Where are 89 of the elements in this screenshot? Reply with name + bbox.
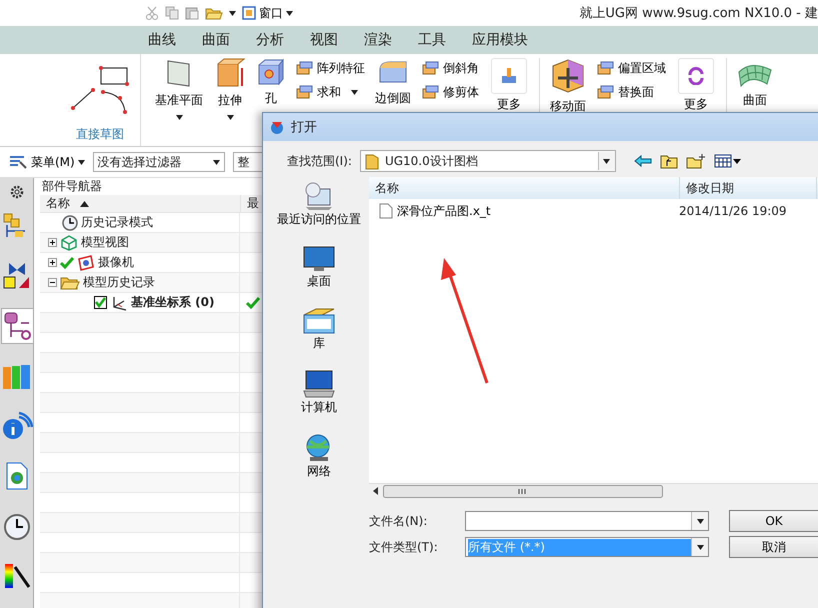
menu-button[interactable]: 菜单(M) — [8, 154, 85, 170]
panel-title: 部件导航器 — [41, 178, 102, 195]
group-label: 直接草图 — [76, 126, 124, 143]
expand-toggle[interactable] — [48, 238, 57, 247]
places-item[interactable]: 桌面 — [271, 245, 367, 290]
ribbon-button[interactable]: 偏置区域 — [596, 58, 666, 78]
places-item[interactable]: 计算机 — [271, 369, 367, 416]
caret-icon[interactable] — [229, 10, 236, 16]
ribbon-tab[interactable]: 渲染 — [351, 26, 405, 54]
places-item[interactable]: 库 — [271, 307, 367, 352]
folder-icon — [60, 274, 80, 290]
expand-toggle[interactable] — [48, 258, 57, 267]
back-arrow-icon[interactable] — [634, 154, 652, 168]
caret-icon — [696, 544, 704, 550]
ribbon-button[interactable]: 求和 — [295, 82, 365, 102]
feature-icon — [421, 84, 439, 100]
ribbon-tab[interactable]: 视图 — [297, 26, 351, 54]
folder-dropdown[interactable]: UG10.0设计图档 — [360, 150, 616, 172]
computer-icon — [302, 369, 336, 399]
up-folder-icon[interactable] — [660, 153, 678, 169]
settings-icon[interactable] — [8, 184, 24, 200]
camera-icon — [77, 254, 95, 270]
menu-icon — [8, 154, 28, 170]
caret-icon — [78, 160, 85, 164]
desktop-icon — [302, 245, 336, 273]
library-icon — [302, 307, 336, 335]
view-menu-icon[interactable] — [714, 154, 742, 168]
window-icon — [242, 6, 256, 20]
tree-item-label[interactable]: 基准坐标系 (0) — [131, 294, 214, 311]
paste-icon[interactable] — [185, 6, 199, 20]
document-icon — [379, 203, 393, 219]
dialog-title: 打开 — [291, 119, 317, 136]
caret-icon — [696, 518, 704, 524]
dialog-button[interactable]: OK — [729, 510, 818, 532]
field-label: 查找范围(I): — [287, 152, 352, 170]
ribbon-tab[interactable]: 曲线 — [135, 26, 189, 54]
file-name-field[interactable] — [465, 511, 709, 531]
ribbon-button[interactable]: 替换面 — [596, 82, 666, 102]
ribbon-button[interactable]: 阵列特征 — [295, 58, 365, 78]
sort-arrow-icon — [80, 200, 89, 206]
clock-icon — [62, 214, 78, 230]
app-logo-icon — [269, 119, 285, 135]
caret-icon — [286, 10, 293, 16]
feature-icon — [295, 60, 313, 76]
field-label: 文件类型(T): — [369, 538, 439, 556]
column-header[interactable]: 修改日期 — [680, 177, 817, 199]
feature-icon — [295, 84, 313, 100]
part-icon — [500, 67, 518, 85]
column-header[interactable]: 名称 — [40, 195, 241, 212]
cycle-arrows-icon — [686, 67, 706, 85]
ribbon-button[interactable]: 拉伸 — [209, 58, 251, 130]
checkbox[interactable] — [94, 296, 107, 309]
wireframe-box-icon — [60, 234, 78, 250]
resource-tab[interactable] — [0, 308, 32, 344]
extrude-icon — [215, 58, 245, 88]
tree-item-label[interactable]: 摄像机 — [98, 254, 134, 271]
caret-icon — [603, 158, 610, 164]
ribbon-tab[interactable]: 分析 — [243, 26, 297, 54]
info-icon — [0, 411, 32, 442]
scrollbar-thumb[interactable] — [383, 484, 663, 498]
dialog-button[interactable]: 取消 — [729, 536, 818, 558]
tree-item-label[interactable]: 历史记录模式 — [81, 214, 153, 231]
open-folder-icon[interactable] — [205, 6, 223, 20]
ribbon-tab[interactable]: 工具 — [405, 26, 459, 54]
new-folder-icon[interactable] — [686, 153, 706, 169]
ribbon-button[interactable]: 倒斜角 — [421, 58, 479, 78]
expand-toggle[interactable] — [48, 278, 57, 287]
tree-item-label[interactable]: 模型历史记录 — [83, 274, 155, 291]
filter-dropdown[interactable]: 没有选择过滤器 — [92, 152, 225, 172]
field-label: 文件名(N): — [369, 512, 428, 530]
table-cell-text: 2014/11/26 19:09 — [678, 204, 787, 218]
ribbon-tab[interactable]: 应用模块 — [459, 26, 541, 54]
column-header[interactable]: 名称 — [369, 177, 680, 199]
file-item[interactable]: 深骨位产品图.x_t — [369, 199, 673, 223]
caret-icon — [212, 160, 220, 164]
places-item[interactable]: 最近访问的位置 — [271, 181, 367, 228]
tree-item-label[interactable]: 模型视图 — [81, 234, 129, 251]
window-title: 就上UG网 www.9sug.com NX10.0 - 建 — [579, 5, 818, 22]
ribbon-button[interactable]: 基准平面 — [149, 58, 209, 130]
feature-icon — [596, 60, 614, 76]
window-menu-button[interactable]: 窗口 — [242, 4, 293, 22]
ribbon-button[interactable]: 修剪体 — [421, 82, 479, 102]
ribbon-tab[interactable]: 曲面 — [189, 26, 243, 54]
feature-icon — [596, 84, 614, 100]
folder-icon — [364, 152, 379, 170]
feature-icon — [421, 60, 439, 76]
places-item[interactable]: 网络 — [271, 433, 367, 480]
hole-icon — [257, 58, 285, 86]
move-face-icon — [550, 58, 586, 94]
